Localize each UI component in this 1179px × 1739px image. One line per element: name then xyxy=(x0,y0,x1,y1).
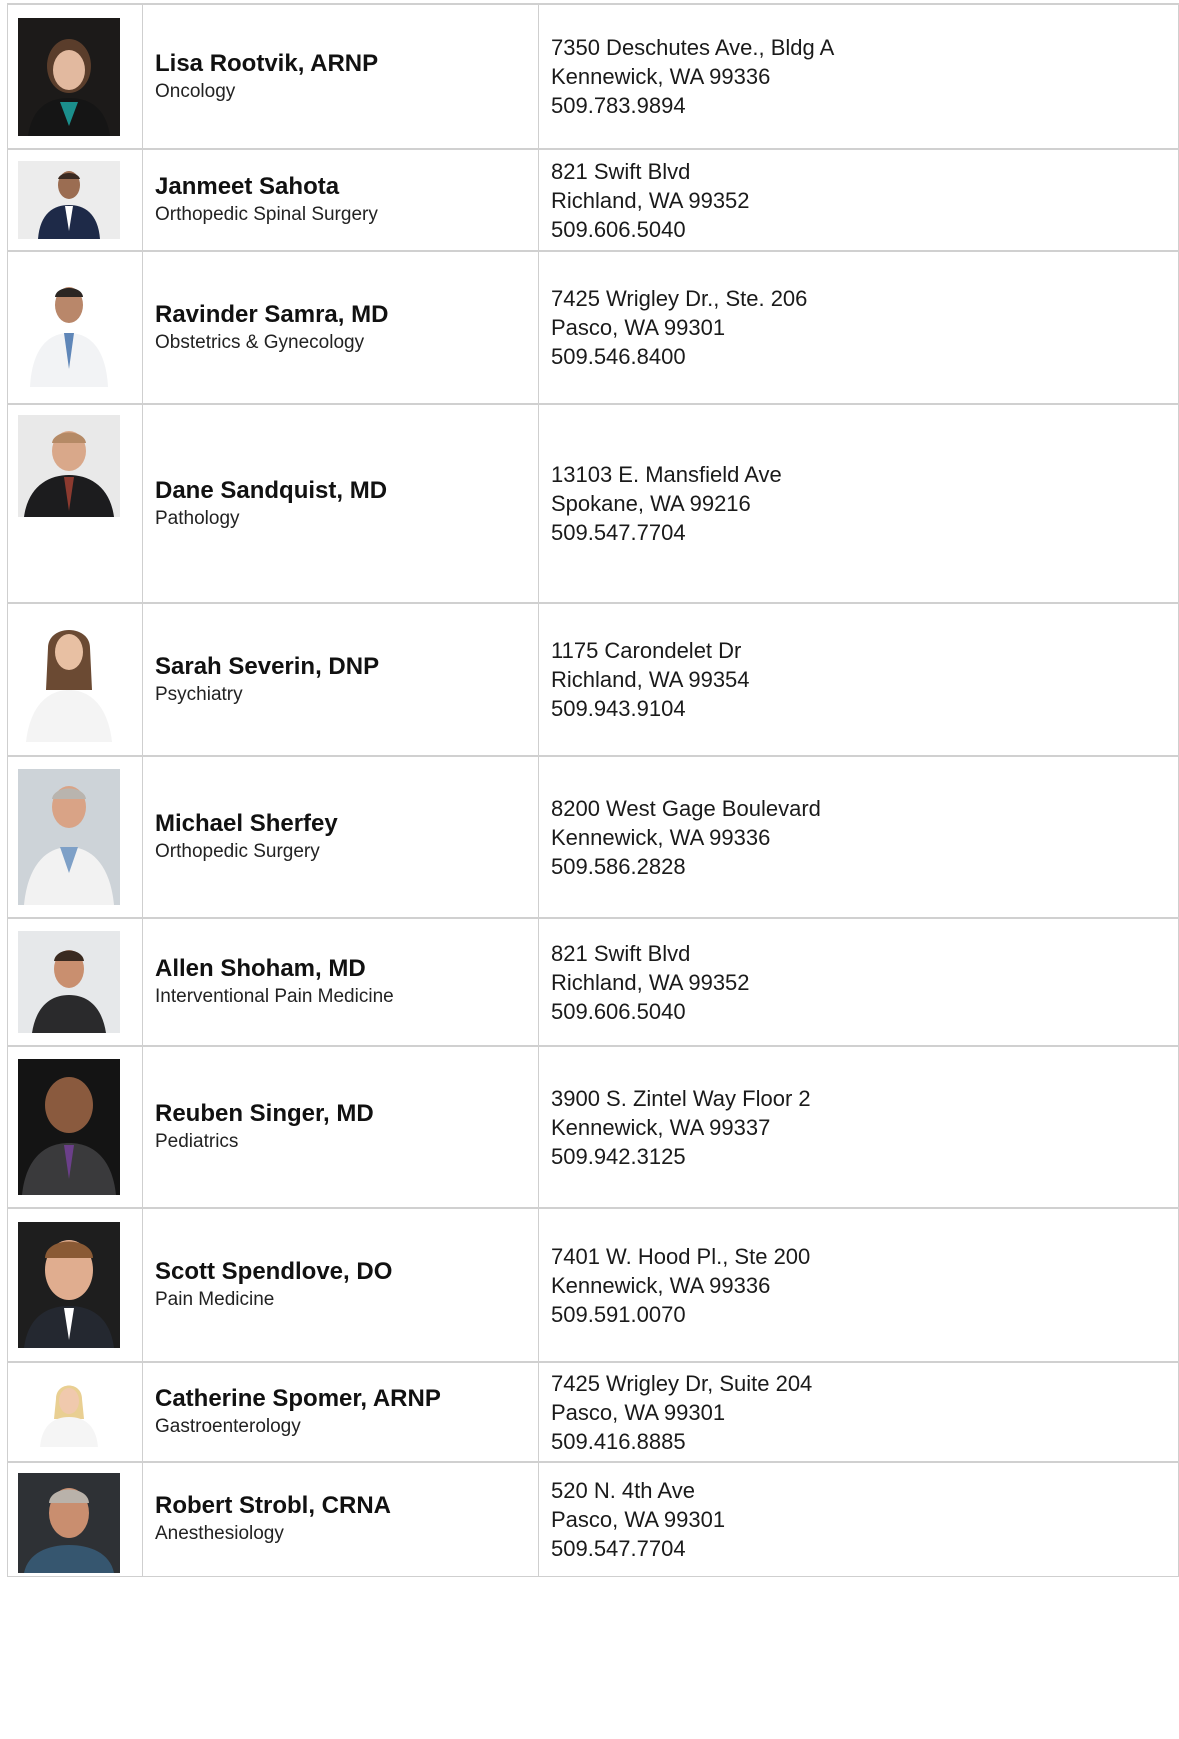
provider-address-line2: Pasco, WA 99301 xyxy=(551,315,726,340)
provider-row: Ravinder Samra, MD Obstetrics & Gynecolo… xyxy=(7,250,1179,405)
provider-row: Janmeet Sahota Orthopedic Spinal Surgery… xyxy=(7,148,1179,252)
provider-specialty: Pediatrics xyxy=(155,1131,239,1152)
provider-photo xyxy=(18,1059,120,1195)
provider-address-line2: Richland, WA 99352 xyxy=(551,187,750,213)
provider-specialty: Psychiatry xyxy=(155,683,243,705)
provider-photo xyxy=(18,1377,120,1447)
provider-row: Dane Sandquist, MD Pathology 13103 E. Ma… xyxy=(7,403,1179,604)
provider-address-line1: 8200 West Gage Boulevard xyxy=(551,795,821,821)
provider-phone[interactable]: 509.547.7704 xyxy=(551,1534,1178,1563)
provider-photo xyxy=(18,17,120,136)
provider-phone[interactable]: 509.606.5040 xyxy=(551,997,1178,1026)
provider-address-line2: Pasco, WA 99301 xyxy=(551,1506,726,1532)
provider-name[interactable]: Allen Shoham, MD xyxy=(155,954,538,984)
provider-row: Scott Spendlove, DO Pain Medicine 7401 W… xyxy=(7,1207,1179,1363)
provider-directory-table: Lisa Rootvik, ARNP Oncology 7350 Deschut… xyxy=(7,3,1179,1577)
provider-address-line2: Richland, WA 99352 xyxy=(551,969,750,995)
provider-name[interactable]: Reuben Singer, MD xyxy=(155,1099,538,1129)
provider-photo xyxy=(18,931,120,1033)
provider-specialty: Oncology xyxy=(155,80,236,102)
provider-address-line1: 1175 Carondelet Dr xyxy=(551,638,742,663)
provider-name[interactable]: Catherine Spomer, ARNP xyxy=(155,1384,538,1414)
provider-address-line1: 7401 W. Hood Pl., Ste 200 xyxy=(551,1243,811,1269)
provider-specialty: Gastroenterology xyxy=(155,1416,301,1437)
provider-specialty: Orthopedic Spinal Surgery xyxy=(155,204,378,225)
provider-phone[interactable]: 509.942.3125 xyxy=(551,1142,1178,1171)
provider-address-line1: 7350 Deschutes Ave., Bldg A xyxy=(551,35,835,60)
provider-phone[interactable]: 509.586.2828 xyxy=(551,852,1178,881)
provider-row: Reuben Singer, MD Pediatrics 3900 S. Zin… xyxy=(7,1045,1179,1209)
provider-address-line1: 7425 Wrigley Dr, Suite 204 xyxy=(551,1370,813,1396)
provider-specialty: Pathology xyxy=(155,507,240,529)
provider-photo xyxy=(18,268,120,387)
provider-name[interactable]: Lisa Rootvik, ARNP xyxy=(155,49,538,79)
provider-photo xyxy=(18,1222,120,1348)
provider-address-line2: Kennewick, WA 99336 xyxy=(551,824,771,850)
provider-name[interactable]: Michael Sherfey xyxy=(155,809,538,839)
provider-address-line2: Kennewick, WA 99337 xyxy=(551,1114,771,1140)
provider-row: Catherine Spomer, ARNP Gastroenterology … xyxy=(7,1361,1179,1463)
provider-address-line1: 520 N. 4th Ave xyxy=(551,1477,695,1503)
provider-photo xyxy=(18,769,120,905)
provider-address-line2: Pasco, WA 99301 xyxy=(551,1399,726,1425)
provider-name[interactable]: Scott Spendlove, DO xyxy=(155,1257,538,1287)
provider-row: Sarah Severin, DNP Psychiatry 1175 Caron… xyxy=(7,602,1179,757)
provider-name[interactable]: Sarah Severin, DNP xyxy=(155,652,538,682)
provider-row: Lisa Rootvik, ARNP Oncology 7350 Deschut… xyxy=(7,3,1179,150)
provider-specialty: Pain Medicine xyxy=(155,1289,275,1310)
provider-row: Allen Shoham, MD Interventional Pain Med… xyxy=(7,917,1179,1047)
provider-specialty: Orthopedic Surgery xyxy=(155,841,320,862)
provider-phone[interactable]: 509.547.7704 xyxy=(551,518,1178,547)
provider-photo xyxy=(18,1473,120,1573)
provider-phone[interactable]: 509.416.8885 xyxy=(551,1427,1178,1456)
provider-phone[interactable]: 509.943.9104 xyxy=(551,694,1178,723)
provider-photo xyxy=(18,161,120,239)
provider-address-line1: 7425 Wrigley Dr., Ste. 206 xyxy=(551,286,808,311)
provider-specialty: Obstetrics & Gynecology xyxy=(155,331,365,353)
provider-phone[interactable]: 509.783.9894 xyxy=(551,91,1178,120)
provider-phone[interactable]: 509.606.5040 xyxy=(551,215,1178,244)
provider-address-line2: Richland, WA 99354 xyxy=(551,667,750,692)
provider-address-line1: 3900 S. Zintel Way Floor 2 xyxy=(551,1085,811,1111)
provider-row: Michael Sherfey Orthopedic Surgery 8200 … xyxy=(7,755,1179,919)
provider-name[interactable]: Janmeet Sahota xyxy=(155,172,538,202)
provider-address-line2: Kennewick, WA 99336 xyxy=(551,64,771,89)
provider-row: Robert Strobl, CRNA Anesthesiology 520 N… xyxy=(7,1461,1179,1577)
provider-specialty: Interventional Pain Medicine xyxy=(155,986,394,1007)
provider-name[interactable]: Dane Sandquist, MD xyxy=(155,476,538,506)
provider-phone[interactable]: 509.546.8400 xyxy=(551,342,1178,371)
provider-address-line1: 821 Swift Blvd xyxy=(551,940,691,966)
provider-phone[interactable]: 509.591.0070 xyxy=(551,1300,1178,1329)
provider-name[interactable]: Robert Strobl, CRNA xyxy=(155,1491,538,1521)
provider-name[interactable]: Ravinder Samra, MD xyxy=(155,300,538,330)
provider-address-line1: 13103 E. Mansfield Ave xyxy=(551,462,782,487)
provider-photo xyxy=(18,617,120,742)
provider-photo xyxy=(18,415,120,517)
provider-address-line1: 821 Swift Blvd xyxy=(551,158,691,184)
provider-address-line2: Kennewick, WA 99336 xyxy=(551,1272,771,1298)
provider-specialty: Anesthesiology xyxy=(155,1523,284,1545)
provider-address-line2: Spokane, WA 99216 xyxy=(551,491,751,516)
